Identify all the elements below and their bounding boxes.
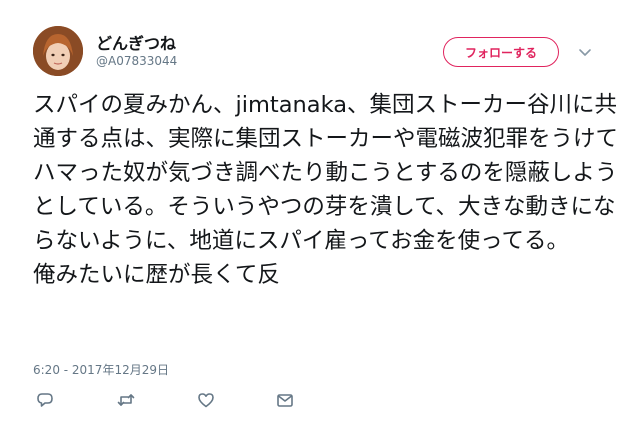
retweet-icon[interactable] <box>116 390 138 412</box>
heart-icon[interactable] <box>196 390 218 412</box>
direct-message-icon[interactable] <box>275 390 297 412</box>
tweet-timestamp[interactable]: 6:20 - 2017年12月29日 <box>33 361 169 378</box>
tweet-actions <box>33 390 333 412</box>
tweet-text: スパイの夏みかん、jimtanaka、集団ストーカー谷川に共通する点は、実際に集… <box>33 92 619 288</box>
follow-button[interactable]: フォローする <box>443 37 559 67</box>
username[interactable]: @A07833044 <box>96 54 177 68</box>
display-name[interactable]: どんぎつね <box>96 30 176 54</box>
chevron-down-icon[interactable] <box>576 43 594 61</box>
tweet-card: どんぎつね @A07833044 フォローする スパイの夏みかん、jimtana… <box>0 0 623 427</box>
avatar-image <box>33 26 83 76</box>
reply-icon[interactable] <box>35 390 57 412</box>
avatar[interactable] <box>33 26 83 76</box>
